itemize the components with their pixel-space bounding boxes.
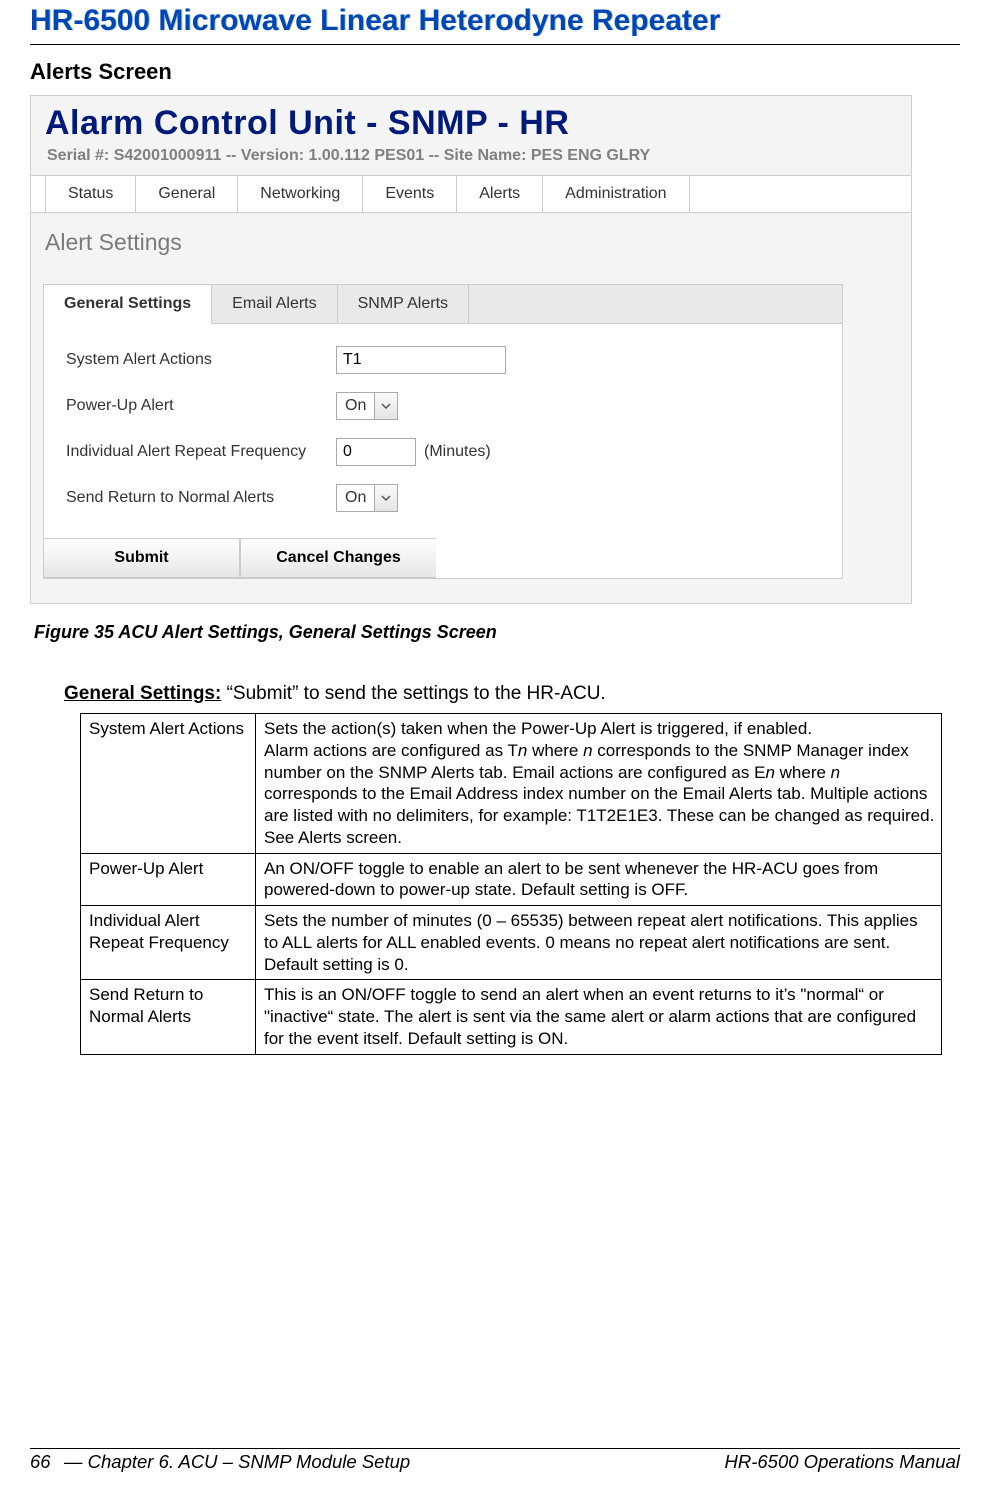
input-system-alert-actions[interactable]: [336, 346, 506, 374]
setting-name-cell: Power-Up Alert: [81, 853, 256, 906]
table-row: Power-Up AlertAn ON/OFF toggle to enable…: [81, 853, 942, 906]
subtab-email-alerts[interactable]: Email Alerts: [212, 285, 337, 323]
submit-button[interactable]: Submit: [44, 539, 240, 578]
setting-desc-cell: This is an ON/OFF toggle to send an aler…: [256, 980, 942, 1054]
general-settings-label: General Settings:: [64, 683, 221, 704]
setting-name-cell: Individual Alert Repeat Frequency: [81, 906, 256, 980]
chevron-down-icon: [374, 393, 397, 419]
select-send-return[interactable]: On: [336, 484, 398, 512]
setting-desc-cell: Sets the number of minutes (0 – 65535) b…: [256, 906, 942, 980]
form-button-row: Submit Cancel Changes: [44, 538, 436, 578]
setting-name-cell: System Alert Actions: [81, 714, 256, 854]
setting-desc-cell: Sets the action(s) taken when the Power-…: [256, 714, 942, 854]
acu-title: Alarm Control Unit - SNMP - HR: [45, 102, 897, 143]
tab-status[interactable]: Status: [45, 176, 136, 212]
unit-minutes: (Minutes): [416, 443, 491, 461]
select-value: On: [337, 397, 374, 415]
setting-desc-cell: An ON/OFF toggle to enable an alert to b…: [256, 853, 942, 906]
tab-events[interactable]: Events: [363, 176, 457, 212]
footer-chapter: — Chapter 6. ACU – SNMP Module Setup: [64, 1451, 725, 1473]
table-row: Send Return to Normal AlertsThis is an O…: [81, 980, 942, 1054]
footer-rule: [30, 1448, 960, 1449]
footer-manual: HR-6500 Operations Manual: [725, 1451, 961, 1473]
table-row: Individual Alert Repeat FrequencySets th…: [81, 906, 942, 980]
title-rule: [30, 44, 960, 45]
table-row: System Alert ActionsSets the action(s) t…: [81, 714, 942, 854]
screenshot-figure: Alarm Control Unit - SNMP - HR Serial #:…: [30, 95, 912, 604]
settings-description-table: System Alert ActionsSets the action(s) t…: [80, 713, 942, 1055]
main-tab-bar: Status General Networking Events Alerts …: [31, 175, 911, 213]
form-area: System Alert Actions Power-Up Alert On: [44, 324, 842, 538]
label-send-return: Send Return to Normal Alerts: [66, 488, 336, 507]
acu-subline: Serial #: S42001000911 -- Version: 1.00.…: [45, 143, 897, 171]
tab-administration[interactable]: Administration: [543, 176, 689, 212]
chevron-down-icon: [374, 485, 397, 511]
document-title: HR-6500 Microwave Linear Heterodyne Repe…: [30, 0, 960, 44]
alert-settings-heading: Alert Settings: [43, 225, 911, 264]
tab-general[interactable]: General: [136, 176, 238, 212]
label-repeat-frequency: Individual Alert Repeat Frequency: [66, 442, 336, 461]
label-power-up-alert: Power-Up Alert: [66, 396, 336, 415]
tab-networking[interactable]: Networking: [238, 176, 363, 212]
subtab-general-settings[interactable]: General Settings: [44, 285, 212, 323]
settings-card: General Settings Email Alerts SNMP Alert…: [43, 284, 843, 579]
select-value: On: [337, 489, 374, 507]
select-power-up-alert[interactable]: On: [336, 392, 398, 420]
general-settings-text: “Submit” to send the settings to the HR-…: [221, 683, 605, 704]
tab-alerts[interactable]: Alerts: [457, 176, 543, 212]
figure-caption: Figure 35 ACU Alert Settings, General Se…: [34, 622, 960, 643]
setting-name-cell: Send Return to Normal Alerts: [81, 980, 256, 1054]
page-footer: 66 — Chapter 6. ACU – SNMP Module Setup …: [30, 1448, 960, 1473]
subtab-snmp-alerts[interactable]: SNMP Alerts: [338, 285, 469, 323]
label-system-alert-actions: System Alert Actions: [66, 350, 336, 369]
alert-settings-area: Alert Settings General Settings Email Al…: [31, 213, 911, 603]
sub-tab-bar: General Settings Email Alerts SNMP Alert…: [44, 284, 842, 324]
page-number: 66: [30, 1451, 64, 1473]
acu-header: Alarm Control Unit - SNMP - HR Serial #:…: [31, 96, 911, 175]
input-repeat-frequency[interactable]: [336, 438, 416, 466]
general-settings-line: General Settings: “Submit” to send the s…: [64, 683, 960, 705]
section-heading: Alerts Screen: [30, 59, 960, 85]
cancel-button[interactable]: Cancel Changes: [240, 539, 436, 578]
